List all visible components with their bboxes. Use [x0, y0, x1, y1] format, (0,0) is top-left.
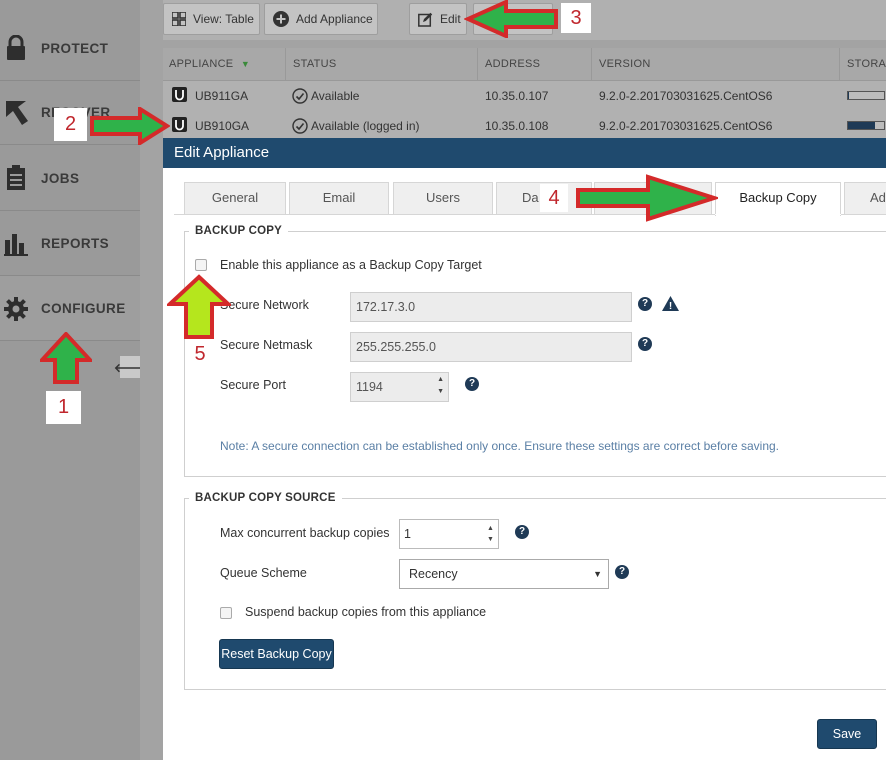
column-version[interactable]: VERSION [599, 58, 651, 70]
bar-chart-icon [4, 234, 28, 256]
queue-scheme-value: Recency [409, 567, 458, 581]
max-concurrent-value: 1 [404, 527, 411, 541]
suspend-backup-label: Suspend backup copies from this applianc… [245, 605, 487, 619]
backup-copy-legend: BACKUP COPY [189, 225, 288, 237]
add-appliance-label: Add Appliance [296, 12, 373, 26]
queue-scheme-label: Queue Scheme [220, 566, 307, 580]
spin-down-icon[interactable]: ▼ [487, 536, 494, 543]
appliance-status: Available (logged in) [311, 119, 420, 133]
secure-netmask-input[interactable]: 255.255.255.0 [350, 332, 632, 362]
tab-backup-copy[interactable]: Backup Copy [715, 182, 841, 216]
grid-icon [172, 12, 186, 26]
gear-icon [4, 297, 28, 321]
nav-protect-label: PROTECT [41, 40, 109, 56]
help-icon[interactable]: ? [615, 565, 629, 579]
annotation-arrow-up-1 [40, 332, 92, 384]
appliance-u-icon [172, 117, 187, 132]
annotation-number-4: 4 [540, 184, 568, 212]
tab-partial-1-label: Da [522, 190, 539, 205]
appliance-u-icon [172, 87, 187, 102]
spin-up-icon[interactable]: ▲ [487, 525, 494, 532]
help-icon[interactable]: ? [515, 525, 529, 539]
plus-circle-icon [273, 11, 289, 27]
secure-connection-note: Note: A secure connection can be establi… [220, 439, 780, 453]
appliance-version: 9.2.0-2.201703031625.CentOS6 [599, 89, 773, 103]
backup-copy-source-legend: BACKUP COPY SOURCE [189, 492, 342, 504]
warning-icon[interactable]: ! [661, 295, 680, 312]
nav-protect[interactable]: PROTECT [0, 16, 140, 81]
tab-advanced[interactable]: Ad [844, 182, 886, 214]
modal-title-bar: Edit Appliance [163, 138, 886, 168]
warning-glyph: ! [669, 301, 672, 312]
annotation-arrow-right-2 [90, 107, 170, 145]
appliance-status: Available [311, 89, 360, 103]
edit-icon [418, 12, 433, 27]
appliance-table-header: APPLIANCE ▼ STATUS ADDRESS VERSION STORA [163, 48, 886, 81]
sort-desc-icon: ▼ [240, 59, 251, 69]
max-concurrent-label: Max concurrent backup copies [220, 526, 390, 540]
column-address[interactable]: ADDRESS [485, 58, 540, 70]
save-button[interactable]: Save [817, 719, 877, 749]
column-appliance[interactable]: APPLIANCE ▼ [169, 58, 250, 70]
appliance-address: 10.35.0.108 [485, 119, 549, 133]
storage-bar [847, 121, 885, 130]
chevron-down-icon: ▼ [593, 569, 602, 579]
check-circle-icon [292, 118, 308, 134]
nav-configure-label: CONFIGURE [41, 300, 126, 316]
suspend-backup-checkbox[interactable] [220, 607, 232, 619]
queue-scheme-select[interactable]: Recency ▼ [399, 559, 609, 589]
annotation-number-3: 3 [561, 3, 591, 33]
storage-bar [847, 91, 885, 100]
help-icon[interactable]: ? [638, 297, 652, 311]
edit-label: Edit [440, 12, 461, 26]
max-concurrent-stepper[interactable]: 1 ▲ ▼ [399, 519, 499, 549]
appliance-version: 9.2.0-2.201703031625.CentOS6 [599, 119, 773, 133]
appliance-name: UB910GA [195, 119, 250, 133]
table-row[interactable]: UB911GA Available 10.35.0.107 9.2.0-2.20… [163, 81, 886, 112]
help-icon[interactable]: ? [638, 337, 652, 351]
tab-users[interactable]: Users [393, 182, 493, 214]
edit-button[interactable]: Edit [409, 3, 467, 35]
secure-port-value: 1194 [356, 380, 383, 394]
view-table-button[interactable]: View: Table [163, 3, 260, 35]
appliance-name: UB911GA [195, 89, 249, 103]
lock-icon [7, 35, 25, 60]
appliance-address: 10.35.0.107 [485, 89, 549, 103]
active-tab-gap [715, 214, 841, 215]
annotation-arrow-left-3 [464, 0, 558, 38]
recover-arrow-icon [6, 101, 28, 125]
help-icon[interactable]: ? [465, 377, 479, 391]
annotation-number-5: 5 [186, 341, 214, 367]
secure-port-stepper[interactable]: 1194 ▲ ▼ [350, 372, 449, 402]
modal-title: Edit Appliance [174, 144, 270, 161]
nav-reports[interactable]: REPORTS [0, 211, 140, 276]
annotation-number-1: 1 [46, 391, 81, 424]
reset-backup-copy-button[interactable]: Reset Backup Copy [219, 639, 334, 669]
nav-jobs-label: JOBS [41, 170, 80, 186]
collapse-sidebar-button[interactable]: 🡐 [114, 356, 146, 378]
annotation-arrow-right-4 [576, 174, 718, 222]
nav-reports-label: REPORTS [41, 235, 110, 251]
add-appliance-button[interactable]: Add Appliance [264, 3, 378, 35]
annotation-arrow-up-5 [167, 274, 231, 339]
column-status[interactable]: STATUS [293, 58, 337, 70]
secure-netmask-label: Secure Netmask [220, 338, 313, 352]
view-table-label: View: Table [193, 12, 254, 26]
clipboard-icon [7, 165, 25, 190]
tab-general[interactable]: General [184, 182, 286, 214]
secure-network-label: Secure Network [220, 298, 309, 312]
secure-network-input[interactable]: 172.17.3.0 [350, 292, 632, 322]
tab-email[interactable]: Email [289, 182, 389, 214]
enable-backup-target-label: Enable this appliance as a Backup Copy T… [220, 258, 482, 272]
spin-up-icon[interactable]: ▲ [437, 376, 444, 383]
annotation-number-2: 2 [54, 108, 87, 141]
spin-down-icon[interactable]: ▼ [437, 388, 444, 395]
enable-backup-target-checkbox[interactable] [195, 259, 207, 271]
nav-jobs[interactable]: JOBS [0, 146, 140, 211]
check-circle-icon [292, 88, 308, 104]
secure-port-label: Secure Port [220, 378, 287, 392]
column-storage[interactable]: STORA [847, 58, 886, 70]
